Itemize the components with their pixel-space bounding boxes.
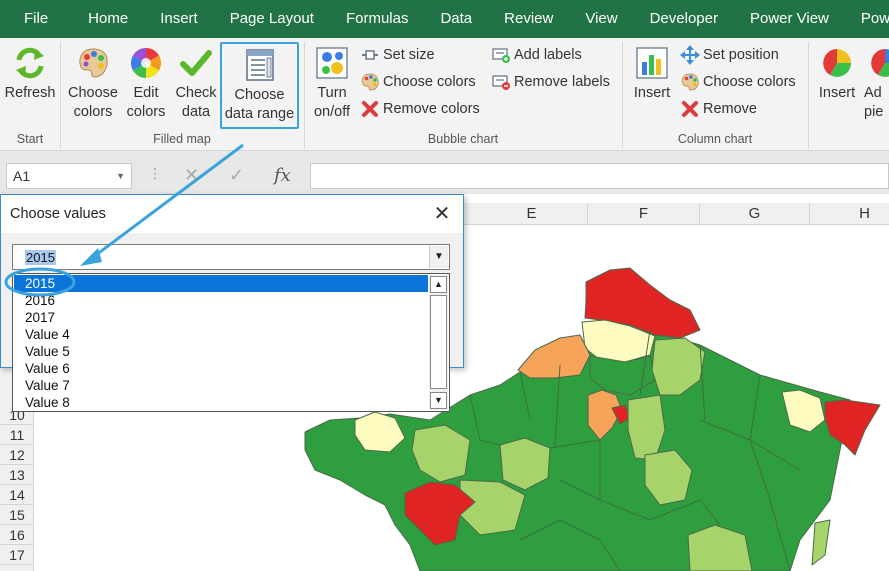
scrollbar-thumb[interactable] [430,295,447,389]
combobox-value: 2015 [25,250,56,265]
list-item[interactable]: Value 7 [14,377,428,394]
list-item[interactable]: 2015 [14,275,428,292]
values-combobox[interactable]: 2015 ▼ [12,244,450,270]
dialog-title: Choose values [1,195,463,233]
list-item[interactable]: 2017 [14,309,428,326]
values-dropdown-list[interactable]: 2015 2016 2017 Value 4 Value 5 Value 6 V… [12,273,450,412]
map-region [811,519,831,566]
scroll-down-icon[interactable]: ▼ [430,392,447,409]
map-region [517,334,591,379]
list-item[interactable]: Value 6 [14,360,428,377]
scroll-up-icon[interactable]: ▲ [430,276,447,293]
list-item[interactable]: 2016 [14,292,428,309]
list-item[interactable]: Value 8 [14,394,428,411]
list-item[interactable]: Value 4 [14,326,428,343]
dropdown-scrollbar[interactable]: ▲ ▼ [429,275,448,410]
close-icon[interactable]: ✕ [431,203,453,225]
chevron-down-icon[interactable]: ▼ [429,246,448,268]
list-item[interactable]: Value 5 [14,343,428,360]
